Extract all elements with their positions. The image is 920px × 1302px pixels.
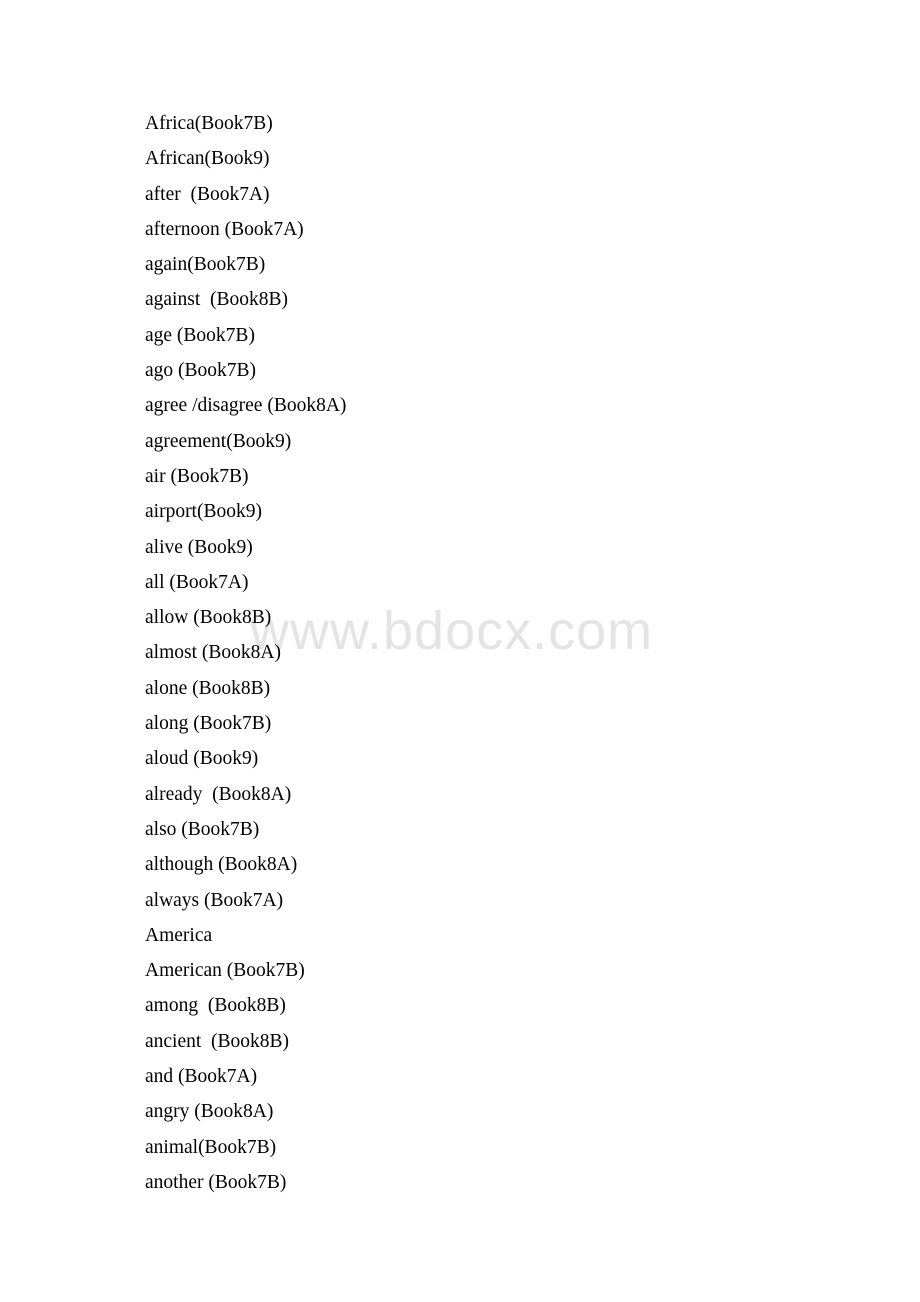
word-list-item: African(Book9) bbox=[145, 148, 270, 170]
word-list-item: animal(Book7B) bbox=[145, 1136, 277, 1158]
word-list-item: ancient (Book8B) bbox=[145, 1030, 290, 1052]
document-page: www.bdocx.com Africa(Book7B) African(Boo… bbox=[0, 0, 920, 1302]
word-list-item: agree /disagree (Book8A) bbox=[145, 395, 347, 417]
word-list-item: again(Book7B) bbox=[145, 254, 266, 276]
word-list-item: among (Book8B) bbox=[145, 995, 286, 1017]
word-list-item: angry (Book8A) bbox=[145, 1101, 274, 1123]
word-list-item: American (Book7B) bbox=[145, 960, 305, 982]
vocabulary-word-list: Africa(Book7B) African(Book9) after (Boo… bbox=[145, 106, 845, 1200]
word-list-item: almost (Book8A) bbox=[145, 642, 281, 664]
word-list-item: along (Book7B) bbox=[145, 713, 272, 735]
word-list-item: airport(Book9) bbox=[145, 501, 262, 523]
word-list-item: afternoon (Book7A) bbox=[145, 218, 304, 240]
word-list-item: always (Book7A) bbox=[145, 889, 284, 911]
word-list-item: against (Book8B) bbox=[145, 289, 288, 311]
word-list-item: and (Book7A) bbox=[145, 1066, 258, 1088]
word-list-item: after (Book7A) bbox=[145, 183, 270, 205]
word-list-item: although (Book8A) bbox=[145, 854, 298, 876]
word-list-item: ago (Book7B) bbox=[145, 360, 257, 382]
word-list-item: America bbox=[145, 924, 213, 946]
word-list-item: already (Book8A) bbox=[145, 783, 292, 805]
word-list-item: aloud (Book9) bbox=[145, 748, 259, 770]
word-list-item: alone (Book8B) bbox=[145, 677, 271, 699]
word-list-item: allow (Book8B) bbox=[145, 607, 272, 629]
word-list-item: all (Book7A) bbox=[145, 571, 249, 593]
word-list-item: air (Book7B) bbox=[145, 465, 249, 487]
word-list-item: alive (Book9) bbox=[145, 536, 253, 558]
word-list-item: also (Book7B) bbox=[145, 818, 260, 840]
word-list-item: another (Book7B) bbox=[145, 1171, 287, 1193]
word-list-item: age (Book7B) bbox=[145, 324, 255, 346]
word-list-item: Africa(Book7B) bbox=[145, 113, 273, 134]
word-list-item: agreement(Book9) bbox=[145, 430, 292, 452]
